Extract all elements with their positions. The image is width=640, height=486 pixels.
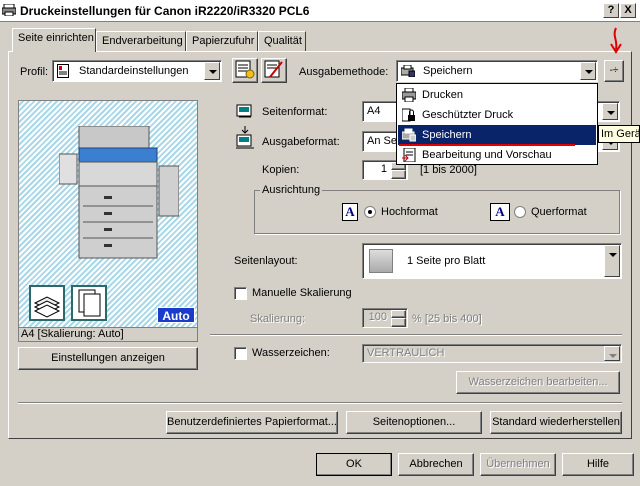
tooltip: Im Gerä <box>598 125 640 143</box>
kopien-label: Kopien: <box>262 164 300 176</box>
chevron-down-icon[interactable] <box>604 245 620 277</box>
seitenlayout-label: Seitenlayout: <box>234 255 298 267</box>
kopien-value: 1 <box>380 163 387 175</box>
auto-badge: Auto <box>157 307 195 323</box>
help-button[interactable]: Hilfe <box>562 453 634 476</box>
profil-dropdown[interactable]: Standardeinstellungen <box>52 60 222 82</box>
edit-profile-button[interactable] <box>261 58 287 83</box>
profile-document-icon <box>57 64 69 78</box>
hochformat-label[interactable]: Hochformat <box>381 206 438 218</box>
chevron-down-icon <box>604 346 620 361</box>
chevron-down-icon[interactable] <box>204 62 220 80</box>
manuelle-skalierung-label[interactable]: Manuelle Skalierung <box>252 287 352 299</box>
wasserzeichen-label[interactable]: Wasserzeichen: <box>252 347 330 359</box>
stepper-down-icon[interactable] <box>391 170 406 179</box>
wasserzeichen-value: VERTRAULICH <box>367 347 445 359</box>
seitenformat-label: Seitenformat: <box>262 106 328 118</box>
tab-qualitaet[interactable]: Qualität <box>258 31 306 51</box>
menu-item-label: Geschützter Druck <box>422 109 514 121</box>
stepper-up-icon <box>391 310 406 318</box>
manuelle-skalierung-checkbox[interactable] <box>234 287 247 300</box>
page-options-button[interactable]: Seitenoptionen... <box>346 411 482 434</box>
close-title-button[interactable]: X <box>620 3 636 18</box>
chevron-down-icon[interactable] <box>602 103 618 120</box>
menu-item-label: Bearbeitung und Vorschau <box>422 149 552 161</box>
ausgabemethode-menu: Drucken Geschützter Druck Speichern Bear… <box>396 83 598 165</box>
paper-stack-icon <box>29 285 65 321</box>
printer-icon <box>1 3 17 17</box>
copier-machine-icon <box>59 126 179 259</box>
portrait-icon: A <box>342 203 358 221</box>
hochformat-radio[interactable] <box>364 206 376 218</box>
stepper-down-icon <box>391 318 406 327</box>
skalierung-range: % [25 bis 400] <box>412 313 482 325</box>
profil-label: Profil: <box>20 66 49 78</box>
output-method-settings-button[interactable]: -÷ <box>604 60 624 82</box>
ausgabemethode-value: Speichern <box>423 65 473 77</box>
add-profile-button[interactable] <box>232 58 258 83</box>
tab-endverarbeitung[interactable]: Endverarbeitung <box>96 31 186 51</box>
ok-button[interactable]: OK <box>316 453 392 476</box>
kopien-range: [1 bis 2000] <box>420 164 477 176</box>
save-printer-icon <box>400 64 416 80</box>
menu-item-drucken[interactable]: Drucken <box>398 85 596 105</box>
skalierung-label: Skalierung: <box>250 313 306 325</box>
wasserzeichen-checkbox[interactable] <box>234 347 247 360</box>
annotation-arrow-icon <box>610 27 622 54</box>
separator <box>210 334 622 336</box>
pages-icon <box>71 285 107 321</box>
separator <box>18 402 622 404</box>
wasserzeichen-dropdown: VERTRAULICH <box>362 344 622 363</box>
help-title-button[interactable]: ? <box>603 3 619 18</box>
single-page-icon <box>369 249 393 273</box>
landscape-icon: A <box>490 203 510 221</box>
page-size-icon <box>236 103 254 122</box>
preview-caption: A4 [Skalierung: Auto] <box>18 328 198 342</box>
edit-watermark-button: Wasserzeichen bearbeiten... <box>456 371 620 394</box>
profil-value: Standardeinstellungen <box>79 65 189 77</box>
title-bar: Druckeinstellungen für Canon iR2220/iR33… <box>0 0 640 22</box>
edit-preview-icon <box>402 147 416 169</box>
querformat-radio[interactable] <box>514 206 526 218</box>
menu-item-speichern[interactable]: Speichern <box>398 125 596 145</box>
tab-papierzufuhr[interactable]: Papierzufuhr <box>186 31 258 51</box>
querformat-label[interactable]: Querformat <box>531 206 587 218</box>
apply-button: Übernehmen <box>480 453 556 476</box>
menu-item-geschuetzter-druck[interactable]: Geschützter Druck <box>398 105 596 125</box>
menu-item-label: Speichern <box>422 129 472 141</box>
tab-seite-einrichten[interactable]: Seite einrichten <box>12 28 96 52</box>
show-settings-button[interactable]: Einstellungen anzeigen <box>18 347 198 370</box>
seitenformat-value: A4 <box>367 105 381 117</box>
window-title: Druckeinstellungen für Canon iR2220/iR33… <box>20 4 310 18</box>
skalierung-value: 100 <box>368 311 387 323</box>
ausgabemethode-label: Ausgabemethode: <box>299 66 389 78</box>
chevron-down-icon[interactable] <box>580 62 596 80</box>
seitenlayout-dropdown[interactable]: 1 Seite pro Blatt <box>362 243 622 279</box>
menu-item-bearbeitung-vorschau[interactable]: Bearbeitung und Vorschau <box>398 145 596 165</box>
ausgabeformat-value: An Se <box>367 135 397 147</box>
cancel-button[interactable]: Abbrechen <box>398 453 474 476</box>
seitenlayout-value: 1 Seite pro Blatt <box>407 255 486 267</box>
ausgabeformat-label: Ausgabeformat: <box>262 136 340 148</box>
ausgabemethode-dropdown[interactable]: Speichern <box>396 60 598 82</box>
output-size-icon <box>236 126 254 153</box>
printer-preview: Auto <box>18 100 198 328</box>
ausrichtung-label: Ausrichtung <box>260 184 323 196</box>
restore-defaults-button[interactable]: Standard wiederherstellen <box>490 411 622 434</box>
menu-item-label: Drucken <box>422 89 463 101</box>
skalierung-stepper: 100 <box>362 308 408 328</box>
custom-paper-size-button[interactable]: Benutzerdefiniertes Papierformat... <box>166 411 338 434</box>
